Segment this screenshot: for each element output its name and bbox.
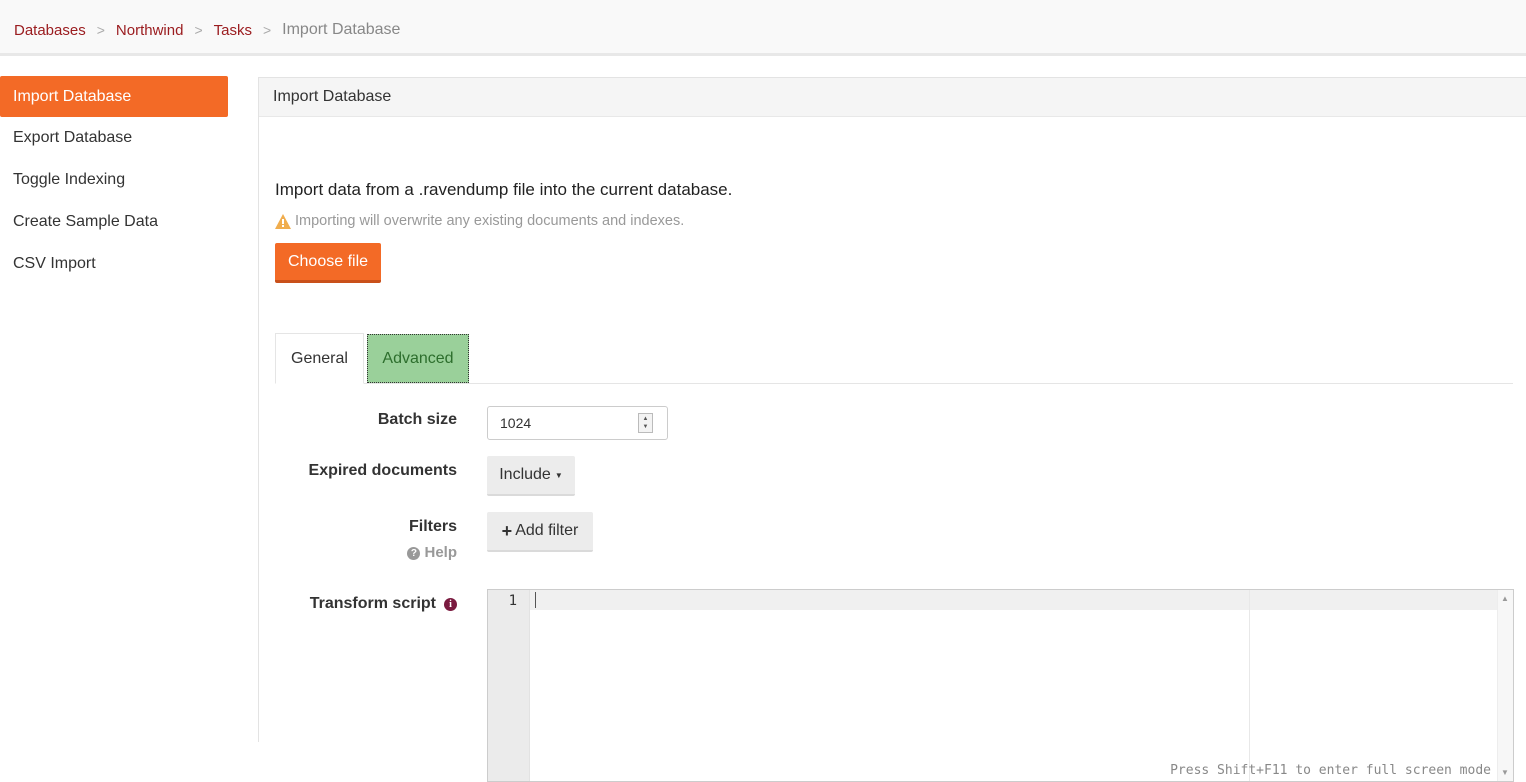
sidebar-item-export-database[interactable]: Export Database: [0, 117, 228, 159]
fullscreen-hint: Press Shift+F11 to enter full screen mod…: [1170, 763, 1491, 778]
scroll-down-icon[interactable]: ▼: [1501, 768, 1509, 777]
editor-cursor: [535, 592, 536, 608]
import-description: Import data from a .ravendump file into …: [275, 180, 733, 199]
breadcrumb-databases[interactable]: Databases: [14, 22, 86, 39]
add-filter-label: Add filter: [515, 522, 579, 539]
editor-gutter: 1: [488, 590, 530, 781]
breadcrumb-northwind[interactable]: Northwind: [116, 22, 184, 39]
tab-general[interactable]: General: [275, 333, 364, 384]
expired-documents-label: Expired documents: [308, 462, 457, 479]
expired-documents-dropdown[interactable]: Include ▼: [487, 456, 575, 496]
add-filter-button[interactable]: + Add filter: [487, 512, 593, 552]
breadcrumb-separator: >: [96, 22, 105, 38]
transform-script-editor[interactable]: 1 ▲ ▼ Press Shift+F11 to enter full scre…: [487, 589, 1514, 782]
tab-advanced[interactable]: Advanced: [367, 334, 469, 383]
breadcrumb-bar: Databases > Northwind > Tasks > Import D…: [0, 0, 1526, 56]
sidebar-item-csv-import[interactable]: CSV Import: [0, 243, 228, 285]
spinner-up-icon[interactable]: ▲: [643, 415, 649, 423]
plus-icon: +: [501, 520, 513, 541]
filters-help-link[interactable]: ? Help: [275, 544, 457, 561]
sidebar: Import Database Export Database Toggle I…: [0, 76, 228, 285]
expired-documents-value: Include: [499, 466, 551, 483]
breadcrumb-current: Import Database: [282, 21, 401, 38]
sidebar-item-toggle-indexing[interactable]: Toggle Indexing: [0, 159, 228, 201]
transform-script-label-row: Transform script i: [275, 595, 457, 613]
transform-script-label: Transform script: [309, 595, 436, 612]
spinner-down-icon[interactable]: ▼: [643, 423, 649, 431]
tab-bar: General Advanced: [275, 333, 1513, 384]
editor-active-line: [530, 590, 1497, 610]
warning-icon: [275, 213, 291, 229]
batch-size-value: 1024: [500, 415, 532, 431]
line-number: 1: [508, 593, 517, 609]
question-circle-icon: ?: [407, 547, 421, 560]
help-text: Help: [424, 544, 457, 561]
breadcrumb: Databases > Northwind > Tasks > Import D…: [14, 21, 400, 39]
batch-size-spinner[interactable]: ▲ ▼: [638, 413, 653, 433]
import-panel: Import Database Import data from a .rave…: [258, 77, 1526, 782]
sidebar-item-create-sample-data[interactable]: Create Sample Data: [0, 201, 228, 243]
breadcrumb-tasks[interactable]: Tasks: [214, 22, 252, 39]
panel-title: Import Database: [259, 78, 1526, 117]
warning-text: Importing will overwrite any existing do…: [295, 213, 685, 229]
filters-label: Filters: [408, 518, 457, 535]
editor-print-margin: [1249, 590, 1250, 781]
scroll-up-icon[interactable]: ▲: [1501, 594, 1509, 603]
choose-file-button[interactable]: Choose file: [275, 243, 381, 283]
batch-size-label: Batch size: [377, 411, 457, 428]
breadcrumb-separator: >: [194, 22, 203, 38]
info-icon[interactable]: i: [444, 598, 457, 611]
batch-size-input[interactable]: 1024 ▲ ▼: [487, 406, 668, 440]
overwrite-warning: Importing will overwrite any existing do…: [275, 213, 684, 229]
breadcrumb-separator: >: [262, 22, 272, 38]
editor-scrollbar[interactable]: ▲ ▼: [1497, 590, 1513, 781]
caret-down-icon: ▼: [554, 470, 563, 480]
sidebar-item-import-database[interactable]: Import Database: [0, 76, 228, 117]
